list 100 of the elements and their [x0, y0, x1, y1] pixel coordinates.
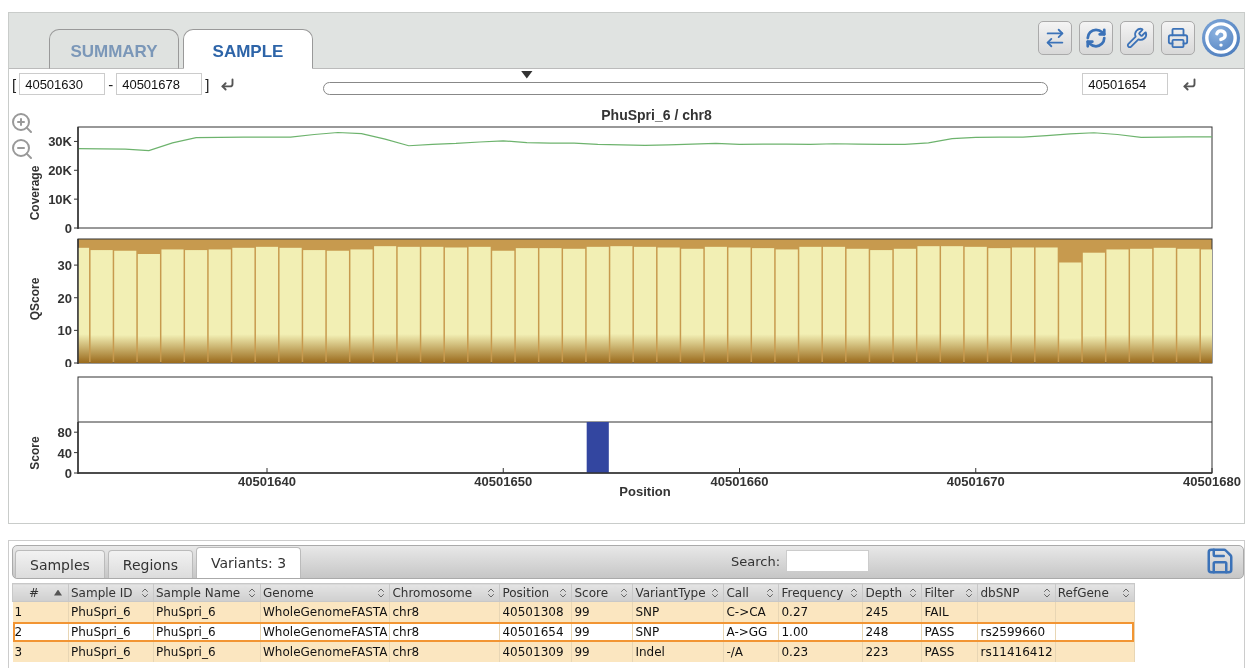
- sort-up-icon[interactable]: [54, 589, 62, 596]
- header-text: Sample Name: [156, 585, 241, 600]
- start-field[interactable]: 40501630: [19, 73, 106, 95]
- tick-label: 80: [57, 425, 72, 441]
- tick-label: 40501670: [946, 474, 1005, 489]
- tab[interactable]: Regions: [107, 550, 194, 578]
- table-cell: PhuSpri_6: [153, 601, 261, 622]
- tick-label: 30K: [48, 134, 72, 150]
- table-cell: 3: [12, 641, 69, 662]
- table-cell: rs11416412: [977, 641, 1056, 662]
- end-field[interactable]: 40501678: [116, 73, 203, 95]
- table-cell: PASS: [921, 621, 978, 642]
- enter-icon[interactable]: [1182, 76, 1198, 92]
- refresh-button[interactable]: [1079, 21, 1113, 55]
- navigator-marker[interactable]: [520, 70, 533, 79]
- table-cell: WholeGenomeFASTA: [260, 641, 390, 662]
- tick-label: 20: [57, 290, 72, 306]
- tick-label: 40501660: [710, 474, 769, 489]
- table-cell: SNP: [632, 621, 724, 642]
- table-cell: 99: [571, 601, 633, 622]
- column-header[interactable]: #: [12, 583, 69, 602]
- table-cell: 223: [862, 641, 922, 662]
- header-text: dbSNP: [980, 585, 1020, 600]
- help-icon: [1204, 21, 1238, 55]
- column-header[interactable]: VariantType: [632, 583, 724, 602]
- header-text: Chromosome: [392, 585, 473, 600]
- header-text: Genome: [263, 585, 314, 600]
- column-header[interactable]: Score: [571, 583, 633, 602]
- table-cell: Indel: [632, 641, 724, 662]
- tick-label: 10K: [48, 192, 72, 208]
- table-cell: A->GG: [723, 621, 779, 642]
- table-cell: FAIL: [921, 601, 978, 622]
- tick-label: 0: [64, 221, 72, 236]
- table-cell: C->CA: [723, 601, 779, 622]
- zoom-in-icon[interactable]: [10, 111, 34, 135]
- table-cell: SNP: [632, 601, 724, 622]
- table-cell: PhuSpri_6: [153, 621, 261, 642]
- header-text: Score: [574, 585, 609, 600]
- column-header[interactable]: Call: [723, 583, 779, 602]
- table-cell: WholeGenomeFASTA: [260, 621, 390, 642]
- table-cell: 40501308: [499, 601, 572, 622]
- print-button[interactable]: [1161, 21, 1195, 55]
- column-header[interactable]: Sample ID: [68, 583, 154, 602]
- table-cell: -/A: [723, 641, 779, 662]
- sort-icon[interactable]: [139, 586, 151, 599]
- table-cell: 99: [571, 621, 633, 642]
- column-header[interactable]: Position: [499, 583, 572, 602]
- tab[interactable]: Variants: 3: [196, 547, 302, 578]
- tick-label: 0: [64, 466, 72, 481]
- column-header[interactable]: dbSNP: [977, 583, 1056, 602]
- header-text: RefGene: [1057, 585, 1109, 600]
- table-cell: PhuSpri_6: [68, 621, 154, 642]
- column-header[interactable]: Sample Name: [153, 583, 261, 602]
- export-button[interactable]: [1038, 21, 1072, 55]
- chart-title: PhuSpri_6 / chr8: [601, 107, 712, 125]
- column-header[interactable]: Depth: [862, 583, 922, 602]
- header-text: Call: [726, 585, 749, 600]
- settings-button[interactable]: [1120, 21, 1154, 55]
- table-cell: 248: [862, 621, 922, 642]
- tab[interactable]: SAMPLE: [183, 29, 313, 69]
- table-cell: WholeGenomeFASTA: [260, 601, 390, 622]
- column-header[interactable]: Genome: [260, 583, 390, 602]
- dash: -: [108, 75, 114, 93]
- table-cell: chr8: [389, 621, 500, 642]
- search-field[interactable]: [786, 550, 870, 572]
- tick-label: 40501680: [1183, 474, 1241, 489]
- table-row[interactable]: 1 PhuSpri_6 PhuSpri_6 WholeGenomeFASTA chr8 40501308 99 SNP C->CA 0.27 245 FAIL: [12, 601, 1135, 622]
- bracket: [: [12, 75, 17, 93]
- table-cell: chr8: [389, 641, 500, 662]
- search-label: Search:: [731, 553, 781, 569]
- tab[interactable]: Samples: [15, 550, 105, 578]
- header-text: VariantType: [635, 585, 706, 600]
- table-cell: 0.27: [778, 601, 863, 622]
- column-header[interactable]: RefGene: [1055, 583, 1135, 602]
- header-text: Depth: [865, 585, 903, 600]
- header-text: Position: [502, 585, 550, 600]
- tick-label: 30: [57, 258, 72, 274]
- bracket: ]: [205, 75, 210, 93]
- score-bar: [586, 422, 609, 473]
- zoom-out-icon[interactable]: [10, 137, 34, 161]
- table-row[interactable]: 2 PhuSpri_6 PhuSpri_6 WholeGenomeFASTA chr8 40501654 99 SNP A->GG 1.00 248 PASS rs2599660: [12, 621, 1135, 642]
- table-cell: PhuSpri_6: [153, 641, 261, 662]
- enter-icon[interactable]: [220, 76, 236, 92]
- tick-label: 40501650: [474, 474, 533, 489]
- sort-icon[interactable]: [246, 586, 258, 599]
- table-cell: PhuSpri_6: [68, 601, 154, 622]
- position-field[interactable]: 40501654: [1082, 73, 1169, 95]
- tick-label: 40: [57, 445, 72, 461]
- axis-label: Position: [619, 484, 671, 499]
- column-header[interactable]: Frequency: [778, 583, 863, 602]
- tick-label: 10: [57, 323, 72, 339]
- help-button[interactable]: [1202, 19, 1240, 57]
- save-icon[interactable]: [1205, 546, 1235, 576]
- column-header[interactable]: Chromosome: [389, 583, 500, 602]
- printer-icon: [1167, 27, 1189, 49]
- table-row[interactable]: 3 PhuSpri_6 PhuSpri_6 WholeGenomeFASTA chr8 40501309 99 Indel -/A 0.23 223 PASS rs11416412: [12, 641, 1135, 662]
- column-header[interactable]: Filter: [921, 583, 978, 602]
- tick-label: 20K: [48, 163, 72, 179]
- table-cell: PhuSpri_6: [68, 641, 154, 662]
- axis-label: QScore: [28, 277, 42, 321]
